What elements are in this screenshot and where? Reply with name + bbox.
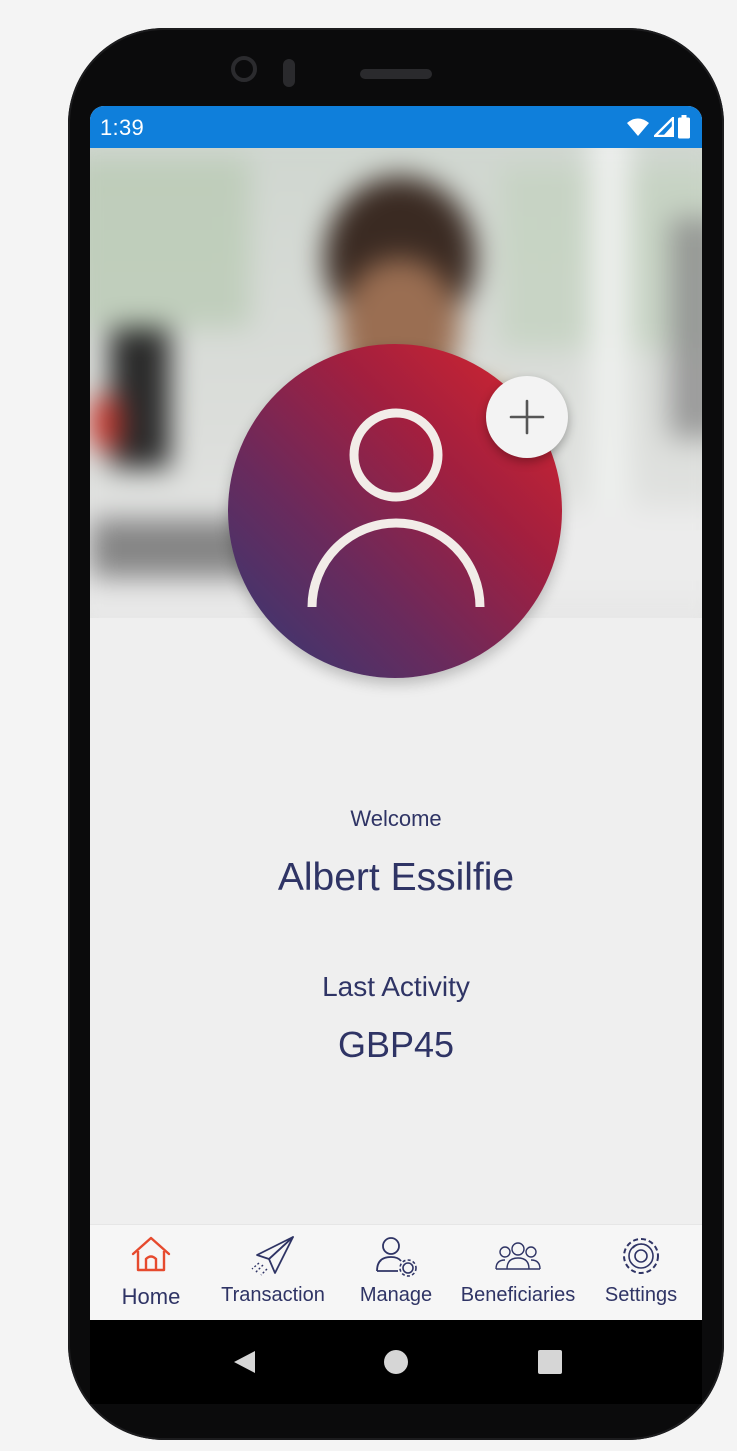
earpiece-speaker	[360, 69, 432, 79]
nav-item-beneficiaries[interactable]: Beneficiaries	[458, 1225, 578, 1320]
last-activity-label: Last Activity	[322, 971, 470, 1002]
wifi-icon	[627, 118, 649, 136]
status-icons	[626, 115, 690, 139]
last-activity-value: GBP45	[337, 1024, 455, 1065]
front-camera	[231, 56, 257, 82]
nav-item-home[interactable]: Home	[112, 1225, 190, 1320]
nav-label-settings: Settings	[604, 1284, 678, 1306]
gear-icon	[623, 1238, 659, 1274]
system-back-button[interactable]	[228, 1346, 260, 1378]
phone-frame: 1:39 Welcome Albert Essilfie Last Activi…	[68, 28, 724, 1440]
add-photo-button[interactable]	[486, 376, 568, 458]
welcome-label: Welcome	[350, 806, 442, 831]
system-recents-button[interactable]	[534, 1346, 566, 1378]
group-icon	[495, 1242, 541, 1270]
home-circle-icon	[384, 1350, 408, 1374]
nav-item-transaction[interactable]: Transaction	[218, 1225, 328, 1320]
user-gear-icon	[376, 1237, 417, 1277]
nav-label-manage: Manage	[359, 1284, 433, 1306]
status-time: 1:39	[100, 115, 145, 140]
back-icon	[234, 1351, 255, 1373]
proximity-sensor	[283, 59, 295, 87]
nav-label-beneficiaries: Beneficiaries	[460, 1284, 576, 1306]
nav-item-manage[interactable]: Manage	[356, 1225, 436, 1320]
home-icon	[131, 1236, 171, 1272]
plus-icon	[509, 399, 545, 435]
user-name: Albert Essilfie	[277, 856, 515, 899]
battery-icon	[678, 115, 690, 139]
nav-label-transaction: Transaction	[221, 1284, 325, 1306]
paper-plane-icon	[251, 1236, 294, 1276]
recents-icon	[538, 1350, 562, 1374]
app-screen: 1:39 Welcome Albert Essilfie Last Activi…	[90, 106, 702, 1320]
nav-item-settings[interactable]: Settings	[600, 1225, 682, 1320]
system-navigation-bar	[90, 1320, 702, 1404]
status-bar: 1:39	[90, 106, 702, 148]
page: 1:39 Welcome Albert Essilfie Last Activi…	[0, 0, 737, 1451]
system-home-button[interactable]	[380, 1346, 412, 1378]
signal-icon	[654, 117, 674, 137]
nav-label-home: Home	[121, 1284, 181, 1309]
bottom-navigation: Home Transaction Manage Beneficiaries Se…	[90, 1224, 702, 1320]
